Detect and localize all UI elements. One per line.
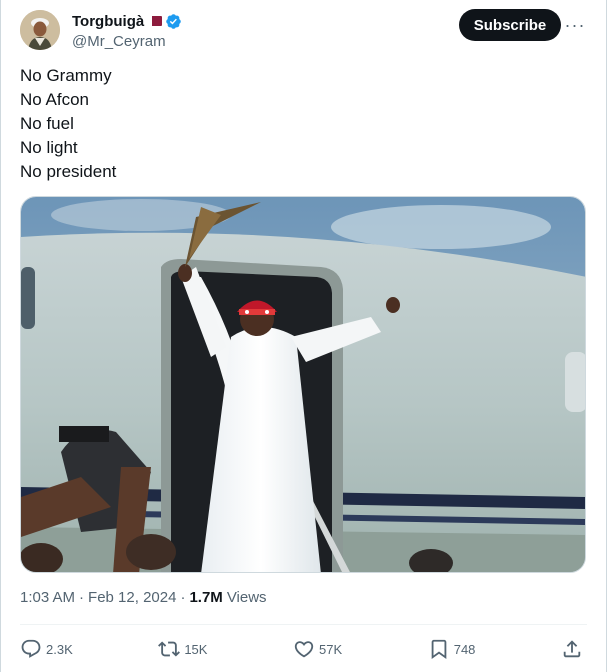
author-handle[interactable]: @Mr_Ceyram (72, 33, 182, 50)
verified-badge-icon (166, 13, 181, 29)
author-names: Torgbuigà @Mr_Ceyram (72, 11, 182, 50)
action-bar: 2.3K 15K 57K 748 (20, 636, 587, 662)
like-count: 57K (319, 641, 343, 657)
tweet-line: No Afcon (20, 90, 89, 109)
tweet-line: No fuel (20, 114, 74, 133)
views-label: Views (226, 589, 267, 606)
tweet-header: Torgbuigà @Mr_Ceyram Subscribe ··· (20, 9, 587, 53)
more-options-icon[interactable]: ··· (563, 13, 587, 37)
tweet-line: No Grammy (20, 66, 112, 85)
photo-man-at-plane-door (21, 197, 585, 572)
heart-icon (294, 641, 314, 658)
tweet-date[interactable]: Feb 12, 2024 (88, 589, 176, 606)
repost-count: 15K (184, 641, 208, 657)
repost-button[interactable]: 15K (158, 638, 207, 660)
repost-icon (158, 641, 181, 657)
author-display-name[interactable]: Torgbuigà (72, 13, 144, 30)
reply-icon (21, 639, 41, 658)
bookmark-button[interactable]: 748 (428, 638, 476, 660)
bookmark-icon (431, 639, 447, 660)
bookmark-count: 748 (453, 641, 476, 657)
share-icon (563, 640, 581, 658)
tweet-meta: 1:03 AM · Feb 12, 2024 · 1.7M Views (20, 589, 267, 606)
tweet-time[interactable]: 1:03 AM (20, 589, 75, 606)
subscribe-button[interactable]: Subscribe (459, 9, 561, 41)
tweet-photo[interactable] (20, 196, 586, 573)
like-button[interactable]: 57K (293, 638, 342, 660)
reply-count: 2.3K (46, 641, 73, 657)
meta-separator: · (180, 589, 186, 606)
tweet-line: No light (20, 138, 78, 157)
avatar[interactable] (20, 10, 60, 50)
reply-button[interactable]: 2.3K (20, 638, 73, 660)
views-count: 1.7M (189, 589, 223, 606)
tweet-line: No president (20, 162, 117, 181)
qatar-flag-icon (148, 16, 163, 26)
tweet-text: No Grammy No Afcon No fuel No light No p… (20, 64, 116, 184)
divider (20, 624, 587, 625)
share-button[interactable] (561, 638, 587, 660)
meta-separator: · (79, 589, 85, 606)
